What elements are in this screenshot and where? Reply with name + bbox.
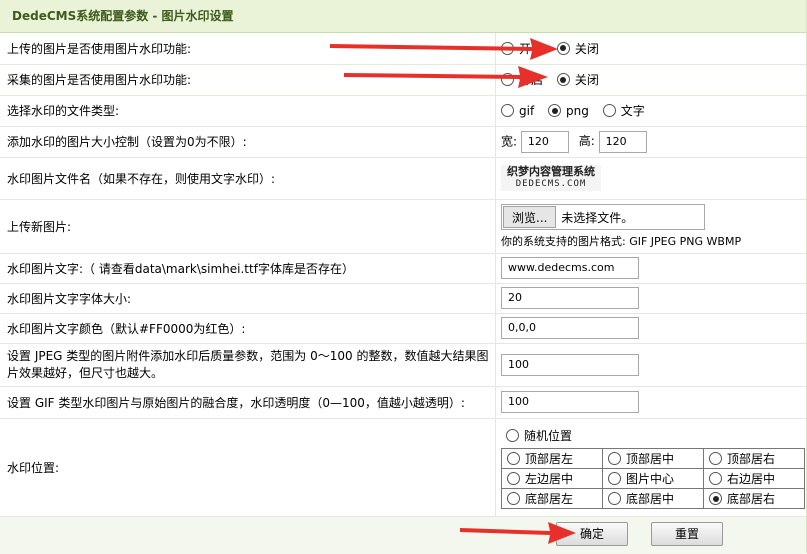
arrow-upload-off <box>330 38 558 60</box>
arrow-collect-off <box>344 66 548 88</box>
annotation-arrows <box>330 38 576 544</box>
arrow-confirm <box>460 522 576 544</box>
